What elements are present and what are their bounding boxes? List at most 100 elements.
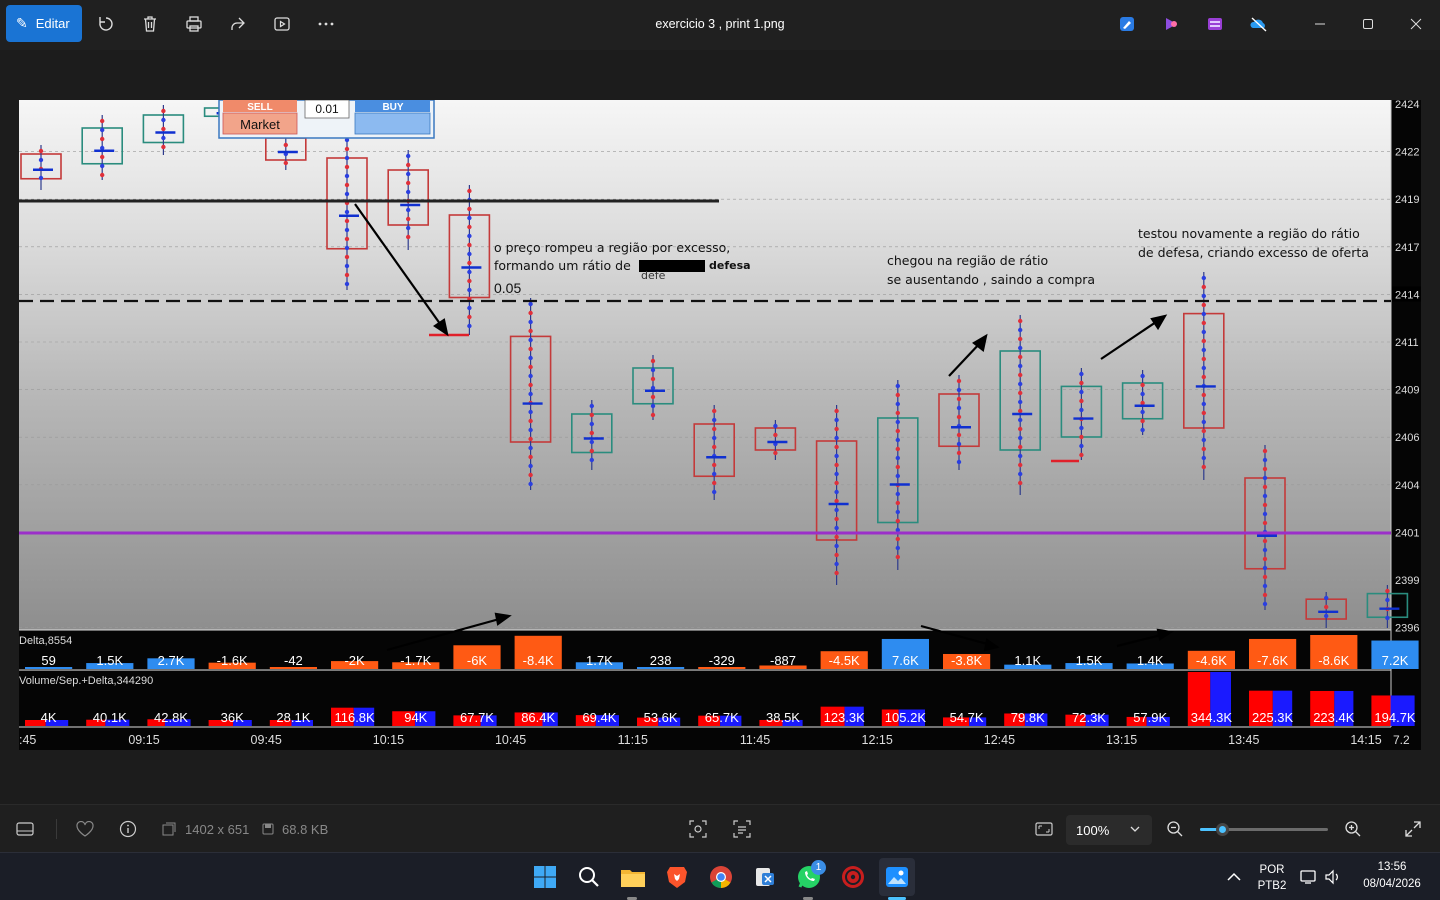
volume-value-label: 40.1K: [93, 710, 127, 725]
delta-value-label: -3.8K: [951, 653, 982, 668]
delta-value-label: 1.5K: [96, 653, 123, 668]
volume-value-label: 65.7K: [705, 710, 739, 725]
delta-value-label: -8.6K: [1318, 653, 1349, 668]
visual-search-icon[interactable]: [689, 805, 707, 853]
paint-icon[interactable]: [1115, 12, 1139, 36]
delta-title: Delta,8554: [19, 635, 72, 647]
language-indicator[interactable]: POR PTB2: [1252, 864, 1292, 892]
zoom-dropdown[interactable]: 100%: [1066, 815, 1152, 845]
delta-value-label: 1.7K: [586, 653, 613, 668]
print-icon[interactable]: [182, 12, 206, 36]
file-explorer-icon[interactable]: [617, 861, 649, 893]
time-axis: [19, 727, 1421, 750]
chrome-icon[interactable]: [705, 861, 737, 893]
time-tick-label: 09:15: [128, 733, 159, 747]
zoom-out-icon[interactable]: [1166, 805, 1184, 853]
price-pane: [19, 100, 1391, 630]
sell-button[interactable]: SELL: [247, 102, 273, 113]
maximize-icon[interactable]: [1356, 12, 1380, 36]
dimensions-icon: [162, 805, 176, 853]
volume-value-label: 4K: [41, 710, 57, 725]
info-icon[interactable]: [119, 805, 137, 853]
volume-value-label: 28.1K: [276, 710, 310, 725]
delta-value-label: -8.4K: [523, 653, 554, 668]
volume-value-label: 67.7K: [460, 710, 494, 725]
more-icon[interactable]: [314, 12, 338, 36]
delta-value-label: -329: [709, 653, 735, 668]
clock-time: 13:56: [1377, 861, 1407, 873]
quantity-field[interactable]: 0.01: [315, 102, 339, 116]
viewer-status-bar: 1402 x 651 68.8 KB 100%: [0, 804, 1440, 852]
filmstrip-icon[interactable]: [16, 805, 34, 853]
whatsapp-badge: 1: [811, 860, 826, 875]
snipping-tool-icon[interactable]: [749, 861, 781, 893]
delta-value-label: 7.6K: [892, 653, 919, 668]
slideshow-icon[interactable]: [270, 12, 294, 36]
fit-to-window-icon[interactable]: [1035, 805, 1053, 853]
price-tick-label: 2396: [1395, 623, 1419, 635]
time-tick-label: 10:45: [495, 733, 526, 747]
share-icon[interactable]: [226, 12, 250, 36]
volume-value-label: 54.7K: [950, 710, 984, 725]
favorite-icon[interactable]: [76, 805, 94, 853]
windows-start-icon[interactable]: [529, 861, 561, 893]
delta-value-label: -7.6K: [1257, 653, 1288, 668]
video-editor-icon[interactable]: [1203, 12, 1227, 36]
volume-value-label: 94K: [404, 710, 427, 725]
delta-value-label: 1.5K: [1076, 653, 1103, 668]
volume-icon[interactable]: [1317, 861, 1349, 893]
price-tick-label: 2401: [1395, 527, 1419, 539]
minimize-icon[interactable]: [1308, 12, 1332, 36]
onedrive-icon[interactable]: [1247, 12, 1271, 36]
clipchamp-icon[interactable]: [1159, 12, 1183, 36]
brave-icon[interactable]: [661, 861, 693, 893]
volume-title: Volume/Sep.+Delta,344290: [19, 675, 153, 687]
close-icon[interactable]: [1404, 12, 1428, 36]
price-tick-label: 2417: [1395, 242, 1419, 254]
annotation-1-hidden: defesa: [709, 259, 751, 272]
volume-value-label: 57.9K: [1133, 710, 1167, 725]
delta-value-label: 238: [650, 653, 672, 668]
whatsapp-icon[interactable]: 1: [793, 860, 826, 893]
fullscreen-icon[interactable]: [1405, 805, 1421, 853]
volume-value-label: 79.8K: [1011, 710, 1045, 725]
time-tick-label: 09:45: [251, 733, 282, 747]
title-bar: ✎ Editar exercicio 3 , print 1.png: [0, 0, 1440, 50]
annotation-3-line2: de defesa, criando excesso de oferta: [1138, 245, 1369, 260]
price-tick-label: 2414: [1395, 289, 1419, 301]
price-tick-label: 2422: [1395, 147, 1419, 159]
price-tick-label: 2404: [1395, 480, 1419, 492]
search-icon[interactable]: [573, 861, 605, 893]
delta-value-label: -1.7K: [400, 653, 431, 668]
delta-value-label: 2.7K: [158, 653, 185, 668]
chevron-down-icon: [1130, 822, 1140, 837]
time-tick-label: 13:45: [1228, 733, 1259, 747]
volume-value-label: 69.4K: [582, 710, 616, 725]
buy-button[interactable]: BUY: [382, 102, 403, 113]
rotate-icon[interactable]: [94, 12, 118, 36]
volume-value-label: 123.3K: [824, 710, 866, 725]
annotation-2-line2: se ausentando , saindo a compra: [887, 272, 1095, 287]
text-extract-icon[interactable]: [733, 805, 751, 853]
volume-value-label: 36K: [221, 710, 244, 725]
order-panel[interactable]: SELL Market 0.01 BUY: [218, 100, 435, 139]
taskbar: 1 POR PTB2 13:56 08/04/2026: [0, 852, 1440, 900]
chevron-up-icon[interactable]: [1218, 861, 1250, 893]
photos-icon[interactable]: [879, 858, 915, 896]
zoom-level: 100%: [1076, 822, 1110, 838]
language-bottom: PTB2: [1257, 880, 1287, 892]
volume-value-label: 116.8K: [334, 710, 375, 725]
delta-value-label: 59: [41, 653, 55, 668]
market-button[interactable]: Market: [240, 117, 280, 132]
zoom-in-icon[interactable]: [1344, 805, 1362, 853]
edit-button[interactable]: ✎ Editar: [6, 5, 82, 42]
trash-icon[interactable]: [138, 12, 162, 36]
clock[interactable]: 13:56 08/04/2026: [1352, 861, 1432, 890]
davinci-icon[interactable]: [837, 861, 869, 893]
zoom-slider-thumb[interactable]: [1215, 823, 1229, 836]
annotation-2-line1: chegou na região de rátio: [887, 253, 1048, 268]
delta-value-label: -1.6K: [217, 653, 248, 668]
annotation-1-line2: formando um rátio de: [494, 258, 631, 273]
volume-value-label: 86.4K: [521, 710, 555, 725]
price-tick-label: 2406: [1395, 432, 1419, 444]
